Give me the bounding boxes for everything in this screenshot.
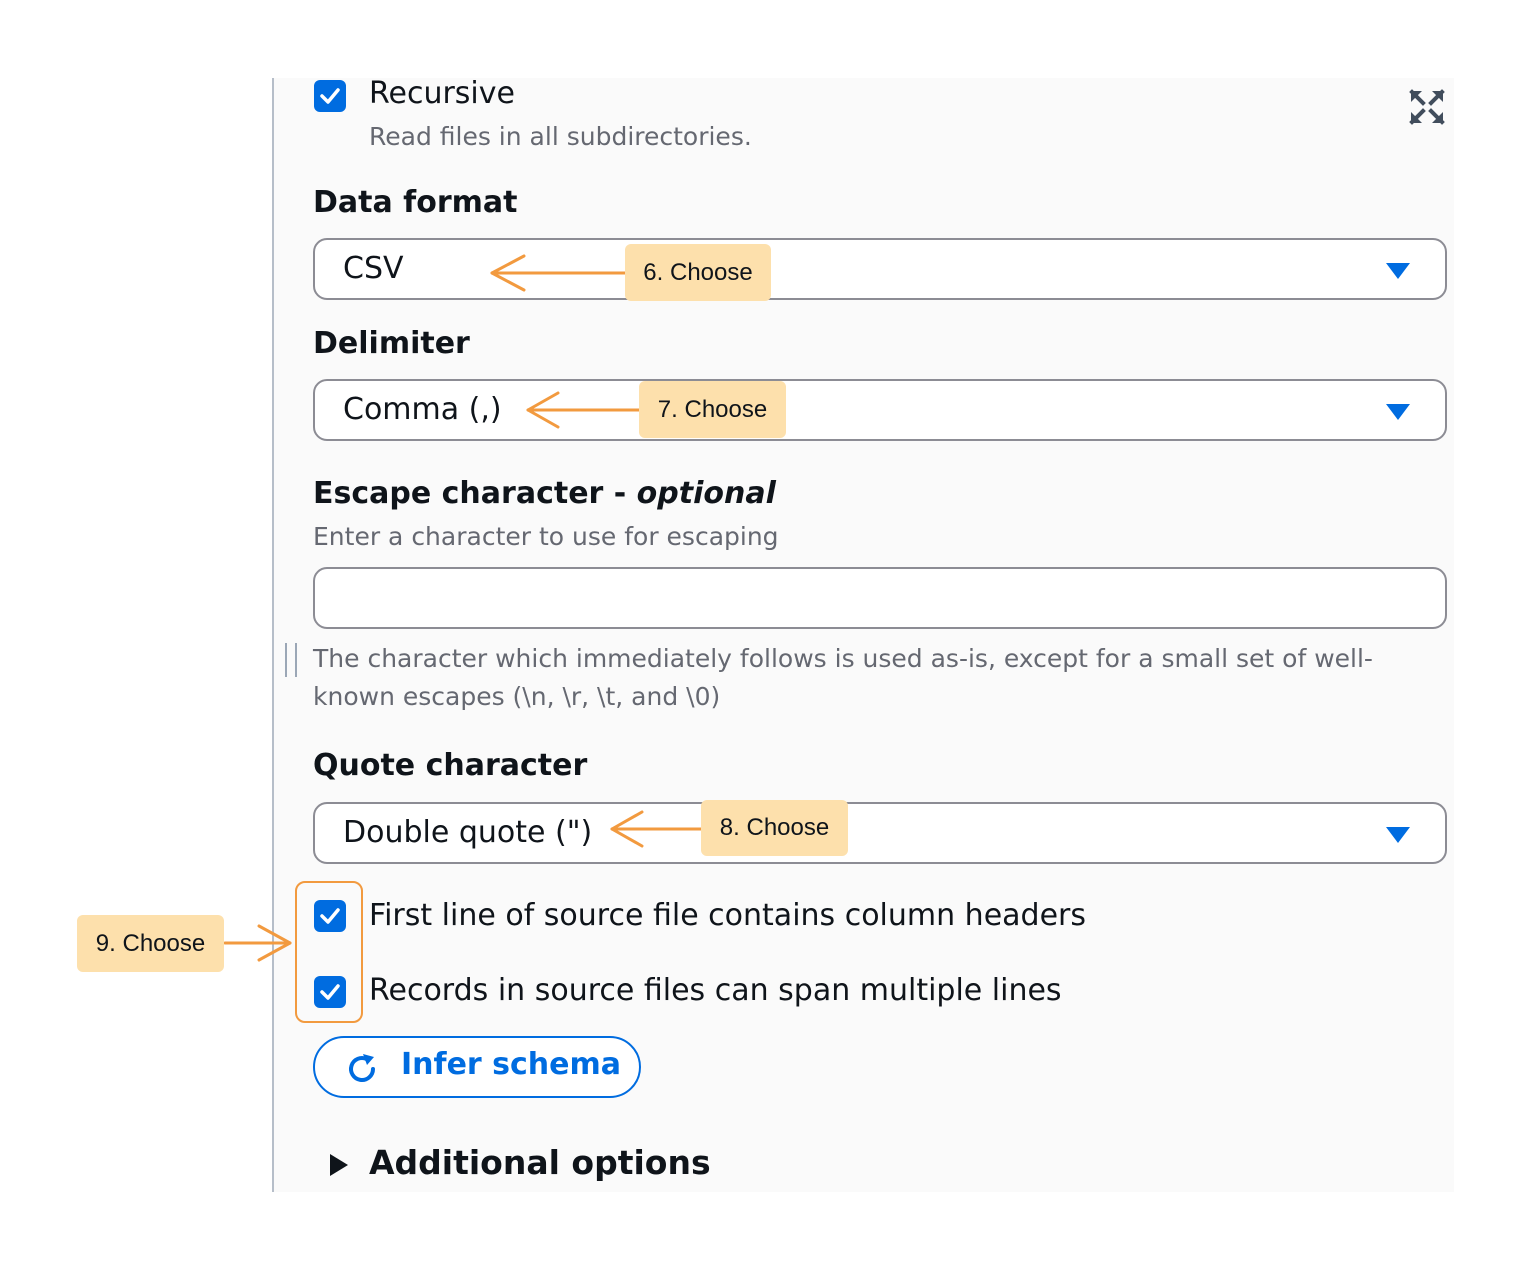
callout-step-8: 8. Choose <box>701 800 848 856</box>
callout-step-7: 7. Choose <box>639 381 786 438</box>
annotation-arrows <box>223 254 704 962</box>
arrow-left-icon <box>610 810 704 848</box>
arrow-left-icon <box>526 391 642 429</box>
callout-step-6: 6. Choose <box>625 244 771 301</box>
arrow-right-icon <box>223 924 292 962</box>
arrow-left-icon <box>490 254 629 292</box>
callout-step-9: 9. Choose <box>77 915 224 972</box>
